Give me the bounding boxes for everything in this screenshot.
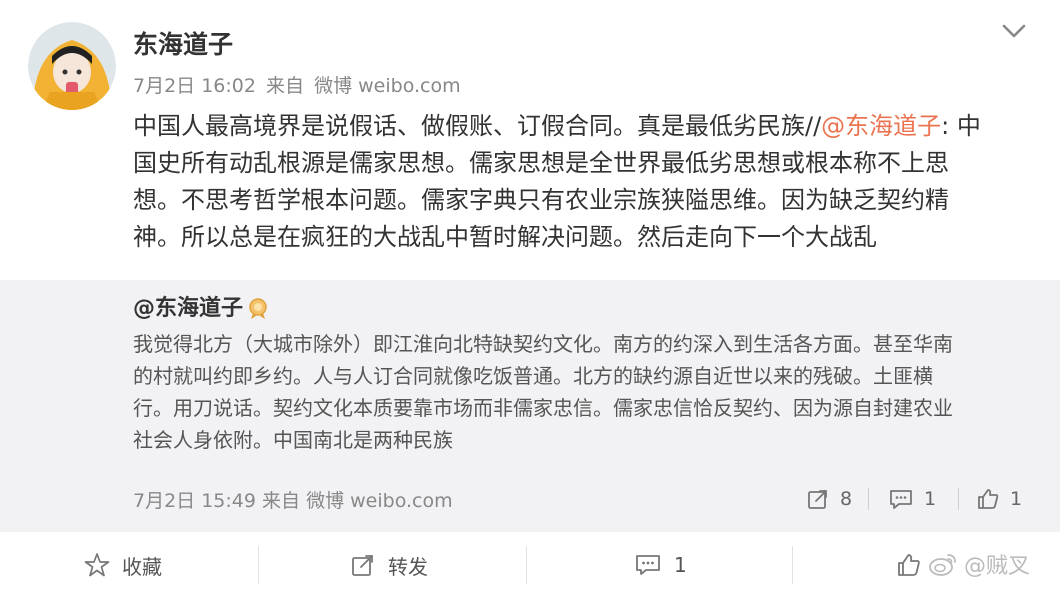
repost-date[interactable]: 7月2日 15:49	[133, 490, 256, 512]
reposted-weibo[interactable]: @东海道子 我觉得北方（大城市除外）即江淮向北特缺契约文化。南方的约深入到生活各…	[0, 280, 1060, 532]
post-text-line: 神。所以总是在疯狂的大战乱中暂时解决问题。然后走向下一个大战乱	[133, 223, 877, 251]
post-source[interactable]: 微博 weibo.com	[314, 75, 461, 97]
vip-badge-icon	[248, 298, 268, 320]
post-text-line: 想。不思考哲学根本问题。儒家字典只有农业宗族狭隘思维。因为缺乏契约精	[133, 186, 949, 214]
forward-button[interactable]: 转发	[350, 550, 428, 580]
post-text-segment: : 中	[941, 112, 981, 140]
repost-text: 我觉得北方（大城市除外）即江淮向北特缺契约文化。南方的约深入到生活各方面。甚至华…	[133, 328, 1033, 456]
avatar[interactable]	[28, 22, 116, 110]
repost-forward-button[interactable]: 8	[806, 484, 852, 514]
repost-source[interactable]: 微博 weibo.com	[306, 490, 453, 512]
comment-count: 1	[674, 553, 687, 577]
post-text-line: 中国人最高境界是说假话、做假账、订假合同。真是最低劣民族//@东海道子: 中	[133, 108, 1003, 145]
comment-icon	[890, 490, 912, 509]
repost-text-line: 行。用刀说话。契约文化本质要靠市场而非儒家忠信。儒家忠信恰反契约、因为源自封建农…	[133, 396, 953, 420]
chevron-down-icon[interactable]	[1000, 18, 1028, 44]
repost-from-label: 来自	[262, 490, 301, 512]
repost-forward-count: 8	[840, 488, 853, 510]
post-meta: 7月2日 16:02 来自 微博 weibo.com	[133, 73, 465, 99]
watermark-text: @贼叉	[964, 554, 1031, 579]
like-icon	[978, 489, 999, 509]
repost-author-name[interactable]: @东海道子	[133, 294, 243, 324]
post-text: 中国人最高境界是说假话、做假账、订假合同。真是最低劣民族//@东海道子: 中 国…	[133, 108, 1003, 256]
watermark: @贼叉	[928, 548, 1030, 580]
comment-button[interactable]: 1	[634, 550, 687, 580]
post-author-name[interactable]: 东海道子	[133, 28, 233, 62]
action-divider	[258, 546, 259, 584]
like-icon	[898, 554, 920, 576]
repost-meta: 7月2日 15:49 来自 微博 weibo.com	[133, 488, 453, 514]
post-date[interactable]: 7月2日 16:02	[133, 75, 256, 97]
mention-link[interactable]: @东海道子	[821, 112, 941, 140]
repost-like-count: 1	[1010, 488, 1023, 510]
forward-label: 转发	[388, 554, 428, 579]
forward-icon	[352, 555, 373, 576]
repost-text-line: 我觉得北方（大城市除外）即江淮向北特缺契约文化。南方的约深入到生活各方面。甚至华…	[133, 332, 953, 356]
repost-text-line: 社会人身依附。中国南北是两种民族	[133, 428, 453, 452]
comment-icon	[636, 555, 660, 575]
favorite-button[interactable]: 收藏	[84, 550, 162, 580]
star-icon	[84, 553, 110, 577]
repost-icon	[808, 490, 827, 509]
repost-comment-button[interactable]: 1	[888, 484, 936, 514]
weibo-post-card: 东海道子 7月2日 16:02 来自 微博 weibo.com 中国人最高境界是…	[0, 0, 1060, 596]
action-bar: 收藏 转发 1 @贼叉	[0, 532, 1060, 596]
post-from-label: 来自	[266, 75, 305, 97]
repost-comment-count: 1	[924, 488, 937, 510]
post-text-line: 国史所有动乱根源是儒家思想。儒家思想是全世界最低劣思想或根本称不上思	[133, 149, 949, 177]
stat-divider	[868, 488, 869, 510]
favorite-label: 收藏	[122, 554, 162, 579]
weibo-logo-icon	[929, 554, 956, 576]
repost-like-button[interactable]: 1	[976, 484, 1022, 514]
post-text-segment: 中国人最高境界是说假话、做假账、订假合同。真是最低劣民族//	[133, 112, 822, 140]
stat-divider	[958, 488, 959, 510]
action-divider	[792, 546, 793, 584]
action-divider	[526, 546, 527, 584]
repost-text-line: 的村就叫约即乡约。人与人订合同就像吃饭普通。北方的缺约源自近世以来的残破。土匪横	[133, 364, 933, 388]
